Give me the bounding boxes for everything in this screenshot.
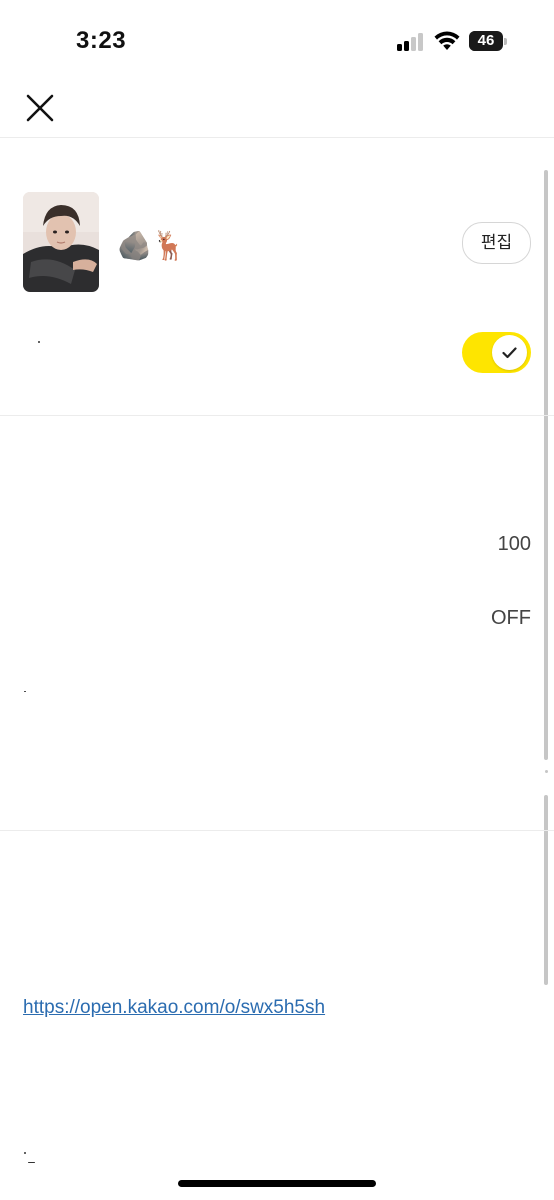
scrollbar-lower[interactable] <box>544 795 548 985</box>
battery-percent: 46 <box>477 32 495 49</box>
battery-icon: 46 <box>469 31 503 51</box>
setting-value-off[interactable]: OFF <box>491 607 531 630</box>
setting-label-marker-2 <box>24 691 26 692</box>
setting-value-100[interactable]: 100 <box>498 533 531 556</box>
checkmark-icon <box>502 347 517 359</box>
battery-nub <box>504 38 507 45</box>
header-divider <box>0 137 554 138</box>
close-icon <box>26 94 54 122</box>
close-button[interactable] <box>22 90 58 126</box>
profile-photo[interactable] <box>23 192 99 292</box>
home-indicator[interactable] <box>178 1180 376 1187</box>
section-divider-1 <box>0 415 554 416</box>
setting-label-marker <box>38 341 40 343</box>
scrollbar[interactable] <box>544 170 548 760</box>
status-bar: 3:23 46 <box>0 0 554 80</box>
scrollbar-gap <box>545 770 548 773</box>
edit-profile-button[interactable]: 편집 <box>462 222 531 264</box>
profile-photo-image <box>23 192 99 292</box>
toggle-knob <box>492 335 527 370</box>
footer-marker <box>24 1152 26 1154</box>
section-divider-2 <box>0 830 554 831</box>
setting-toggle[interactable] <box>462 332 531 373</box>
wifi-icon <box>434 31 460 50</box>
open-chat-link[interactable]: https://open.kakao.com/o/swx5h5sh <box>23 997 325 1019</box>
cellular-signal-icon <box>397 33 425 51</box>
footer-underscore <box>28 1162 35 1163</box>
status-time: 3:23 <box>76 27 127 54</box>
profile-nickname-emojis: 🪨🦌 <box>117 230 187 261</box>
